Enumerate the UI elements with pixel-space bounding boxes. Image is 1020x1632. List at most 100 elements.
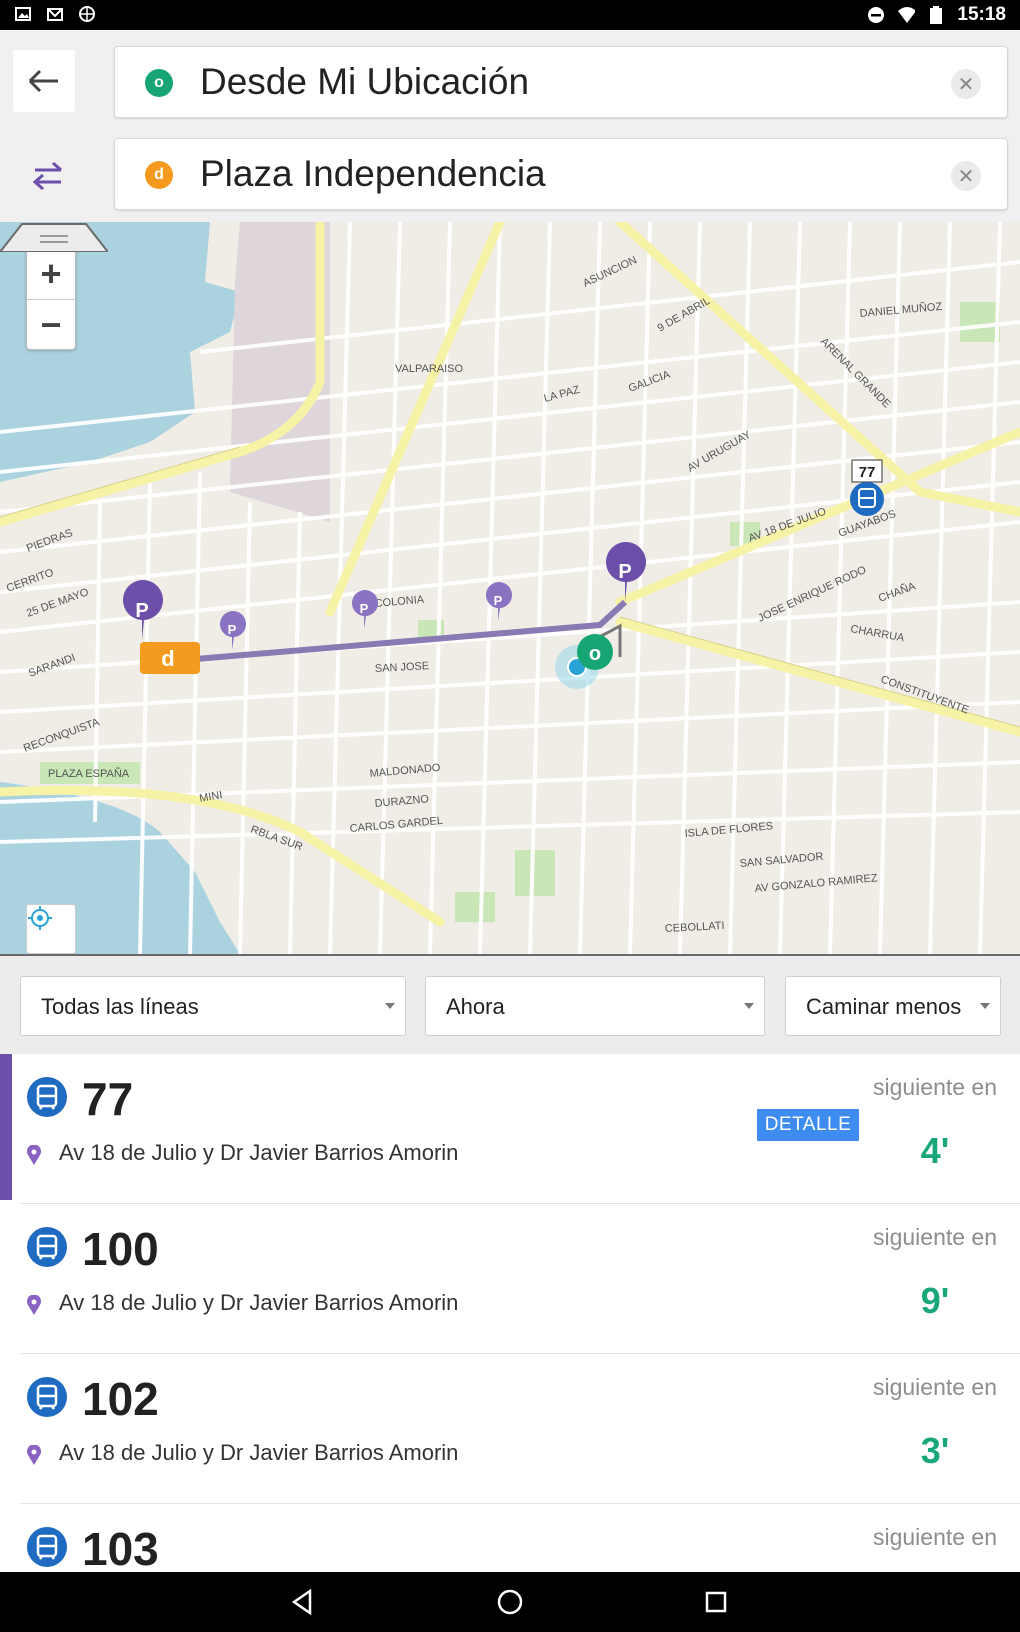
next-arrival: 9' <box>920 1280 950 1321</box>
preference-select-label: Caminar menos <box>806 994 962 1019</box>
bus-icon <box>27 1227 67 1267</box>
back-triangle-icon <box>291 1589 312 1615</box>
stop-name: Av 18 de Julio y Dr Javier Barrios Amori… <box>59 1440 459 1465</box>
crosshair-icon <box>28 906 52 930</box>
back-button[interactable] <box>13 50 75 112</box>
svg-text:P: P <box>360 601 369 616</box>
destination-badge: d <box>145 161 173 189</box>
next-label: siguiente en <box>872 1224 998 1250</box>
origin-badge: o <box>145 69 173 97</box>
street-label: ARENAL GRANDE <box>818 336 893 411</box>
result-row[interactable]: 102 Av 18 de Julio y Dr Javier Barrios A… <box>0 1354 1020 1504</box>
bus-icon <box>27 1077 67 1117</box>
recents-square-icon <box>705 1591 727 1613</box>
lines-select[interactable]: Todas las líneas <box>20 976 406 1036</box>
next-arrival: 4' <box>920 1130 950 1171</box>
street-label: PLAZA ESPAÑA <box>48 767 130 780</box>
clear-destination-button[interactable]: ✕ <box>951 161 981 191</box>
nav-back-button[interactable] <box>286 1586 318 1618</box>
arrow-left-icon <box>28 69 58 93</box>
street-label: CHARRUA <box>849 623 905 644</box>
stop-pin-icon <box>27 1295 41 1315</box>
line-number: 77 <box>82 1073 134 1125</box>
swap-button[interactable] <box>20 148 76 204</box>
chevron-down-icon <box>980 1003 990 1009</box>
parking-marker[interactable]: P <box>351 590 379 629</box>
parking-marker[interactable]: P <box>123 580 164 640</box>
destination-marker[interactable]: d <box>140 642 200 674</box>
destination-text[interactable]: Plaza Independencia <box>200 153 546 195</box>
panel-drag-handle[interactable] <box>0 222 108 252</box>
battery-icon <box>927 6 945 24</box>
map-canvas[interactable]: VALPARAISO ASUNCION 9 DE ABRIL LA PAZ GA… <box>0 222 1020 954</box>
next-label: siguiente en <box>872 1524 998 1550</box>
bus-icon <box>27 1527 67 1567</box>
gmail-icon <box>46 5 64 23</box>
clear-origin-button[interactable]: ✕ <box>951 69 981 99</box>
system-nav-bar <box>0 1572 1020 1632</box>
street-label: LA PAZ <box>543 384 582 405</box>
time-select-label: Ahora <box>446 994 505 1019</box>
filter-bar: Todas las líneas Ahora Caminar menos <box>0 954 1020 1056</box>
stop-name: Av 18 de Julio y Dr Javier Barrios Amori… <box>59 1290 459 1315</box>
next-arrival: 3' <box>920 1430 950 1471</box>
route-header: o Desde Mi Ubicación ✕ d Plaza Independe… <box>0 30 1020 222</box>
park-icon <box>515 850 555 896</box>
locate-me-button[interactable] <box>26 904 76 954</box>
swap-arrows-icon <box>32 161 62 191</box>
close-icon: ✕ <box>957 165 975 188</box>
next-label: siguiente en <box>872 1374 998 1400</box>
street-label: SARANDI <box>27 652 77 680</box>
origin-marker[interactable]: o <box>577 634 613 670</box>
parking-marker[interactable]: P <box>219 611 247 650</box>
next-label: siguiente en <box>872 1074 998 1100</box>
chevron-down-icon <box>385 1003 395 1009</box>
zoom-in-button[interactable]: + <box>27 249 75 299</box>
svg-text:d: d <box>161 646 174 671</box>
svg-text:P: P <box>494 593 503 608</box>
street-label: 25 DE MAYO <box>25 586 91 620</box>
street-label: ASUNCION <box>581 254 639 289</box>
close-icon: ✕ <box>957 73 975 96</box>
detail-button[interactable]: DETALLE <box>757 1109 859 1141</box>
street-label: CHAÑA <box>877 579 918 605</box>
destination-field[interactable]: d Plaza Independencia ✕ <box>114 138 1008 210</box>
origin-field[interactable]: o Desde Mi Ubicación ✕ <box>114 46 1008 118</box>
park-icon <box>960 302 1000 342</box>
street-label: DANIEL MUÑOZ <box>859 300 943 320</box>
results-list: 77 Av 18 de Julio y Dr Javier Barrios Am… <box>0 1054 1020 1572</box>
bus-stop-marker[interactable]: 77 <box>850 459 884 516</box>
chevron-down-icon <box>744 1003 754 1009</box>
stop-pin-icon <box>27 1445 41 1465</box>
street-label: GALICIA <box>627 368 673 394</box>
home-circle-icon <box>497 1589 523 1615</box>
image-icon <box>14 5 32 23</box>
line-number: 102 <box>82 1373 159 1425</box>
svg-text:o: o <box>589 643 601 665</box>
svg-text:P: P <box>618 561 631 583</box>
preference-select[interactable]: Caminar menos <box>785 976 1001 1036</box>
svg-text:P: P <box>135 600 148 622</box>
result-row[interactable]: 77 Av 18 de Julio y Dr Javier Barrios Am… <box>0 1054 1020 1204</box>
origin-text[interactable]: Desde Mi Ubicación <box>200 61 529 103</box>
street-label: PIEDRAS <box>25 527 74 555</box>
result-row[interactable]: 100 Av 18 de Julio y Dr Javier Barrios A… <box>0 1204 1020 1354</box>
park-icon <box>455 892 495 922</box>
map-view[interactable]: VALPARAISO ASUNCION 9 DE ABRIL LA PAZ GA… <box>0 222 1020 954</box>
wifi-icon <box>897 6 916 24</box>
street-label: AV GONZALO RAMIREZ <box>754 872 878 895</box>
zoom-out-button[interactable]: − <box>27 299 75 350</box>
line-number: 100 <box>82 1223 159 1275</box>
zoom-control: + − <box>26 248 76 350</box>
ball-icon <box>78 5 96 23</box>
street-label: SAN JOSE <box>375 660 430 675</box>
minus-circle-icon <box>867 6 885 24</box>
nav-recents-button[interactable] <box>700 1586 732 1618</box>
nav-home-button[interactable] <box>494 1586 526 1618</box>
street-label: VALPARAISO <box>395 363 464 375</box>
time-select[interactable]: Ahora <box>425 976 765 1036</box>
street-label: COLONIA <box>374 594 425 610</box>
bus-icon <box>27 1377 67 1417</box>
svg-text:P: P <box>228 622 237 637</box>
result-row[interactable]: 103 siguiente en <box>0 1504 1020 1572</box>
